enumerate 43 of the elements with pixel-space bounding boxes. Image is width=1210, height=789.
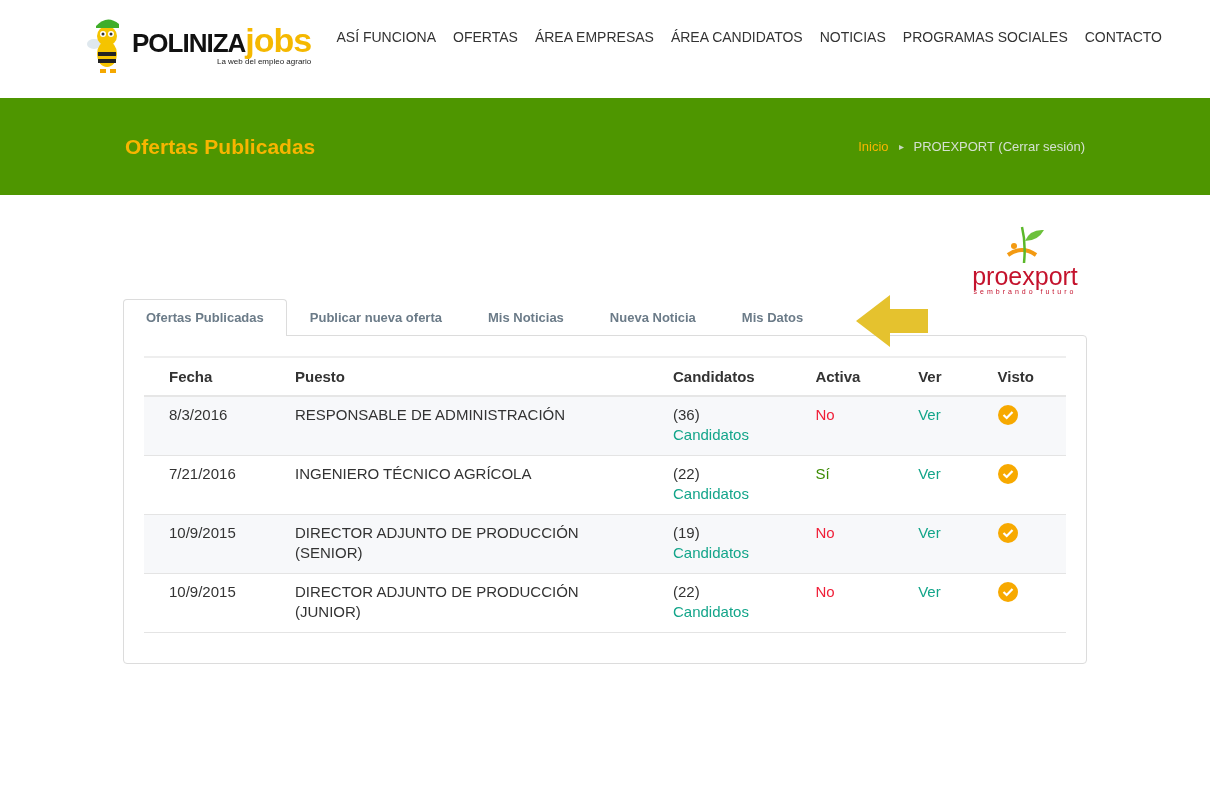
- view-link[interactable]: Ver: [918, 524, 941, 541]
- candidates-link[interactable]: Candidatos: [673, 544, 749, 561]
- tab[interactable]: Publicar nueva oferta: [286, 299, 465, 335]
- active-status: Sí: [815, 465, 830, 482]
- table-cell-text: INGENIERO TÉCNICO AGRÍCOLA: [295, 464, 533, 484]
- tab[interactable]: Mis Datos: [718, 299, 827, 335]
- table-cell-text: DIRECTOR ADJUNTO DE PRODUCCIÓN (JUNIOR): [295, 582, 580, 622]
- nav-link[interactable]: PROGRAMAS SOCIALES: [902, 29, 1068, 45]
- nav-link[interactable]: CONTACTO: [1084, 29, 1162, 45]
- company-logo-name: proexport: [972, 265, 1078, 288]
- tab[interactable]: Nueva Noticia: [586, 299, 719, 335]
- active-status: No: [815, 524, 835, 541]
- table-cell-text: RESPONSABLE DE ADMINISTRACIÓN: [295, 405, 567, 425]
- table-cell-text: DIRECTOR ADJUNTO DE PRODUCCIÓN (SENIOR): [295, 523, 580, 563]
- candidates-link[interactable]: Candidatos: [673, 485, 749, 502]
- nav-link[interactable]: ASÍ FUNCIONA: [336, 29, 437, 45]
- view-link[interactable]: Ver: [918, 465, 941, 482]
- active-status: No: [815, 406, 835, 423]
- pointer-arrow-icon: [856, 295, 931, 347]
- table-cell: 8/3/2016: [169, 406, 228, 423]
- breadcrumb-current: PROEXPORT (Cerrar sesión): [913, 139, 1085, 154]
- nav-link[interactable]: ÁREA CANDIDATOS: [670, 29, 803, 45]
- view-link[interactable]: Ver: [918, 406, 941, 423]
- table-cell: 10/9/2015: [169, 583, 236, 600]
- candidates-link[interactable]: Candidatos: [673, 603, 749, 620]
- page-title: Ofertas Publicadas: [125, 134, 316, 159]
- candidate-count: (22): [673, 464, 701, 484]
- tab[interactable]: Mis Noticias: [465, 299, 587, 335]
- tab[interactable]: Ofertas Publicadas: [123, 299, 287, 336]
- view-link[interactable]: Ver: [918, 583, 941, 600]
- table-cell: 7/21/2016: [169, 465, 236, 482]
- table-cell: 10/9/2015: [169, 524, 236, 541]
- active-status: No: [815, 583, 835, 600]
- candidate-count: (22): [673, 582, 701, 602]
- candidate-count: (36): [673, 405, 701, 425]
- candidates-link[interactable]: Candidatos: [673, 426, 749, 443]
- logo-wordmark-accent: jobs: [245, 22, 312, 57]
- candidate-count: (19): [673, 523, 701, 543]
- column-header: Puesto: [270, 357, 648, 396]
- nav-link[interactable]: OFERTAS: [453, 29, 518, 45]
- nav-link[interactable]: NOTICIAS: [819, 29, 886, 45]
- nav-link[interactable]: ÁREA EMPRESAS: [534, 29, 654, 45]
- breadcrumb-separator: ▸: [898, 141, 904, 152]
